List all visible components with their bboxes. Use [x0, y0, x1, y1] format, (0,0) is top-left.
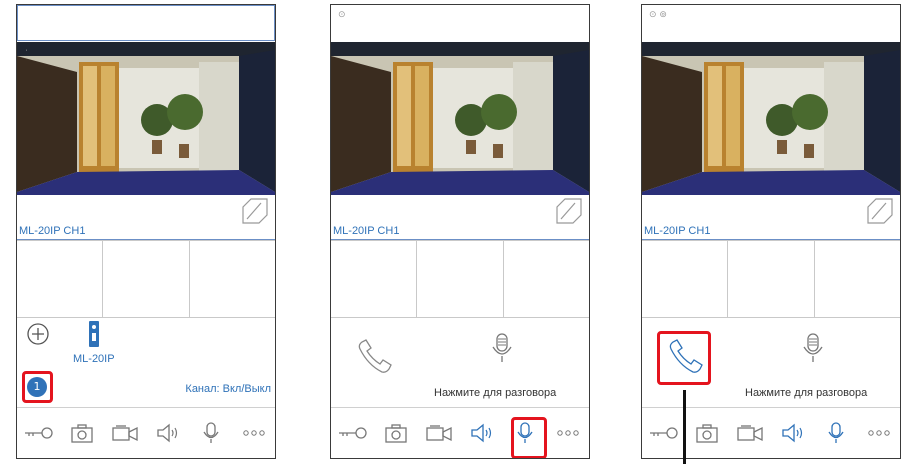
key-icon[interactable] [649, 418, 679, 448]
intercom-device-icon[interactable] [89, 321, 99, 347]
camera-grid [642, 240, 900, 318]
grid-cell[interactable] [331, 241, 418, 317]
key-icon[interactable] [338, 418, 368, 448]
fullscreen-icon[interactable] [239, 197, 269, 225]
bottom-toolbar [331, 407, 589, 458]
camera-grid [331, 240, 589, 318]
add-device-icon[interactable] [27, 323, 49, 345]
camera-icon[interactable] [692, 418, 722, 448]
more-icon[interactable] [239, 418, 269, 448]
channel-toggle-label[interactable]: Канал: Вкл/Выкл [185, 383, 271, 395]
talk-microphone-icon[interactable] [491, 333, 513, 363]
camera-grid [17, 240, 275, 318]
camera-video-view[interactable] [642, 42, 900, 195]
status-bar: ⊙ ⊚ [642, 5, 900, 41]
speaker-icon[interactable] [153, 418, 183, 448]
bottom-toolbar [17, 407, 275, 458]
video-record-icon[interactable] [735, 418, 765, 448]
grid-cell[interactable] [103, 241, 190, 317]
status-bar: ⊙ [331, 5, 589, 41]
key-icon[interactable] [24, 418, 54, 448]
talk-hint-label: Нажмите для разговора [745, 387, 868, 399]
video-frame [642, 42, 900, 195]
grid-cell[interactable] [190, 241, 275, 317]
device-label: ML-20IP [73, 353, 115, 365]
grid-cell[interactable] [504, 241, 589, 317]
phone-screen-3: ⊙ ⊚ ML-20IP CH1 Нажмите для разговора [641, 4, 901, 459]
grid-cell[interactable] [815, 241, 900, 317]
talk-microphone-icon[interactable] [802, 333, 824, 363]
highlight-box [511, 417, 547, 458]
camera-caption: ML-20IP CH1 [644, 225, 711, 237]
highlight-box [22, 371, 53, 403]
speaker-icon[interactable] [467, 418, 497, 448]
grid-cell[interactable] [728, 241, 815, 317]
fullscreen-icon[interactable] [864, 197, 894, 225]
talk-hint-label: Нажмите для разговора [434, 387, 557, 399]
more-icon[interactable] [864, 418, 894, 448]
grid-cell[interactable] [642, 241, 729, 317]
grid-cell[interactable] [17, 241, 104, 317]
camera-icon[interactable] [67, 418, 97, 448]
video-record-icon[interactable] [424, 418, 454, 448]
status-icons: ⊙ ⊚ [649, 10, 667, 20]
video-frame: · [17, 42, 275, 195]
video-frame [331, 42, 589, 195]
highlight-box [657, 331, 711, 385]
handset-icon[interactable] [354, 337, 396, 379]
grid-cell[interactable] [417, 241, 504, 317]
video-record-icon[interactable] [110, 418, 140, 448]
callout-pointer-line [683, 390, 686, 464]
phone-screen-2: ⊙ ML-20IP CH1 Нажмите для разговора [330, 4, 590, 459]
camera-caption: ML-20IP CH1 [19, 225, 86, 237]
status-icons: ⊙ [338, 10, 346, 20]
microphone-icon[interactable] [196, 418, 226, 448]
camera-caption: ML-20IP CH1 [333, 225, 400, 237]
svg-text:·: · [25, 48, 28, 54]
status-bar [17, 5, 275, 41]
microphone-icon[interactable] [821, 418, 851, 448]
bottom-toolbar [642, 407, 900, 458]
more-icon[interactable] [553, 418, 583, 448]
phone-screen-1: · ML-20IP CH1 ML-20IP 1 Канал: Вкл/Выкл [16, 4, 276, 459]
camera-video-view[interactable]: · [17, 42, 275, 195]
camera-video-view[interactable] [331, 42, 589, 195]
fullscreen-icon[interactable] [553, 197, 583, 225]
speaker-icon[interactable] [778, 418, 808, 448]
camera-icon[interactable] [381, 418, 411, 448]
